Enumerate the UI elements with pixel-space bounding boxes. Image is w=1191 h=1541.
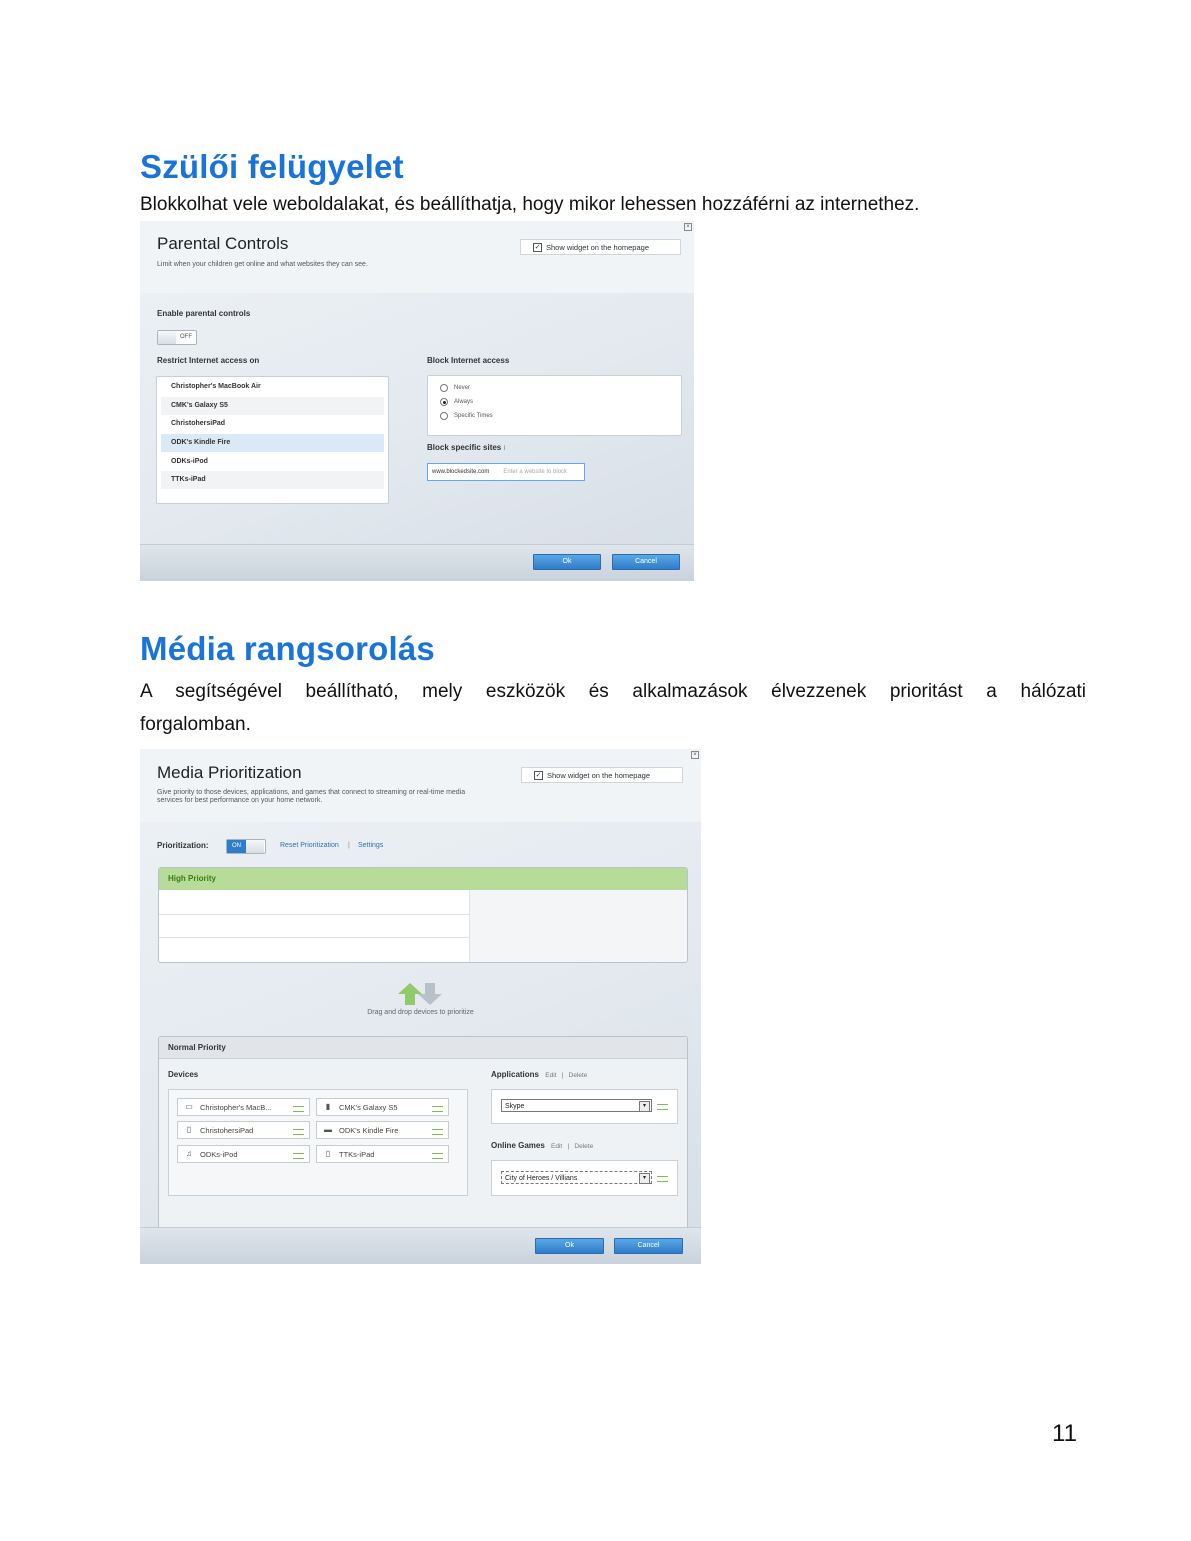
ok-button[interactable]: Ok	[535, 1238, 604, 1254]
normal-priority-header: Normal Priority	[159, 1037, 687, 1059]
section-description-media-line1: A segítségével beállítható, mely eszközö…	[140, 681, 1086, 702]
device-row[interactable]: CMK's Galaxy S5	[161, 397, 384, 415]
drag-handle-icon	[293, 1129, 304, 1135]
device-chip[interactable]: ▯ TTKs-iPad	[316, 1145, 449, 1163]
chevron-down-icon: ▾	[639, 1101, 650, 1112]
close-icon[interactable]: ×	[691, 751, 699, 759]
panel-title: Media Prioritization	[157, 763, 302, 782]
drag-handle-icon	[293, 1153, 304, 1159]
toggle-state: ON	[232, 843, 241, 849]
radio-never[interactable]: Never	[440, 384, 470, 392]
applications-area: Skype ▾	[491, 1089, 678, 1124]
music-player-icon: ♫	[186, 1149, 192, 1158]
panel-subtitle-line2: services for best performance on your ho…	[157, 797, 323, 804]
radio-specific-times[interactable]: Specific Times	[440, 412, 493, 420]
drag-hint: Drag and drop devices to prioritize	[367, 1009, 474, 1016]
high-priority-slot[interactable]	[159, 914, 469, 938]
device-row[interactable]: ODKs-iPod	[161, 453, 384, 471]
show-widget-label: Show widget on the homepage	[546, 242, 649, 252]
show-widget-checkbox[interactable]: ✓ Show widget on the homepage	[520, 239, 681, 255]
page-number: 11	[1052, 1420, 1077, 1447]
reset-prioritization-link[interactable]: Reset Prioritization	[280, 842, 339, 849]
applications-label: Applications Edit | Delete	[491, 1070, 588, 1079]
media-prioritization-panel: × Media Prioritization Give priority to …	[140, 749, 701, 1264]
games-delete-link[interactable]: Delete	[574, 1143, 593, 1150]
games-area: City of Heroes / Villians ▾	[491, 1160, 678, 1196]
online-games-label: Online Games Edit | Delete	[491, 1141, 594, 1150]
device-chip[interactable]: ▭ Christopher's MacB...	[177, 1098, 310, 1116]
toggle-state: OFF	[180, 334, 192, 340]
close-icon[interactable]: ×	[684, 223, 692, 231]
device-row-selected[interactable]: ODK's Kindle Fire	[161, 434, 384, 452]
laptop-icon: ▭	[185, 1102, 193, 1111]
high-priority-slot[interactable]	[159, 890, 469, 915]
drag-handle-icon	[432, 1129, 443, 1135]
show-widget-checkbox[interactable]: ✓ Show widget on the homepage	[521, 767, 683, 783]
panel-header	[140, 749, 701, 822]
device-row[interactable]: ChristohersiPad	[161, 415, 384, 433]
devices-label: Devices	[168, 1070, 199, 1079]
high-priority-box: High Priority	[158, 867, 688, 963]
drag-handle-icon[interactable]	[657, 1104, 668, 1110]
device-chip[interactable]: ♫ ODKs-iPod	[177, 1145, 310, 1163]
device-chip[interactable]: ▯ ChristohersiPad	[177, 1121, 310, 1139]
parental-controls-panel: × Parental Controls Limit when your chil…	[140, 221, 694, 581]
panel-title: Parental Controls	[157, 234, 289, 253]
normal-priority-box: Normal Priority Devices ▭ Christopher's M…	[158, 1036, 688, 1230]
cancel-button[interactable]: Cancel	[614, 1238, 683, 1254]
drag-handle-icon	[432, 1106, 443, 1112]
link-separator: |	[348, 842, 350, 849]
drag-handle-icon	[432, 1153, 443, 1159]
high-priority-header: High Priority	[159, 868, 687, 890]
drag-handle-icon	[293, 1106, 304, 1112]
settings-link[interactable]: Settings	[358, 842, 383, 849]
block-site-input[interactable]: www.blockedsite.com Enter a website to b…	[427, 463, 585, 481]
cancel-button[interactable]: Cancel	[612, 554, 680, 570]
application-select[interactable]: Skype ▾	[501, 1099, 652, 1112]
section-heading-media: Média rangsorolás	[140, 630, 435, 667]
game-select[interactable]: City of Heroes / Villians ▾	[501, 1171, 652, 1184]
device-list: Christopher's MacBook Air CMK's Galaxy S…	[156, 376, 389, 504]
panel-footer	[140, 544, 694, 581]
toggle-knob	[158, 331, 176, 344]
devices-area: ▭ Christopher's MacB... ▮ CMK's Galaxy S5 …	[168, 1089, 468, 1196]
drag-handle-icon[interactable]	[657, 1176, 668, 1182]
device-row[interactable]: TTKs-iPad	[161, 471, 384, 489]
chevron-down-icon: ▾	[639, 1173, 650, 1184]
parental-toggle[interactable]: OFF	[157, 330, 197, 345]
block-sites-label: Block specific sites ı	[427, 443, 506, 452]
high-priority-slot[interactable]	[159, 937, 469, 961]
block-access-label: Block Internet access	[427, 356, 510, 365]
panel-header	[140, 221, 694, 293]
radio-always[interactable]: Always	[440, 398, 473, 406]
applications-edit-link[interactable]: Edit	[545, 1072, 556, 1079]
checkbox-icon[interactable]: ✓	[534, 770, 543, 780]
section-heading-parental: Szülői felügyelet	[140, 148, 404, 185]
enable-parental-label: Enable parental controls	[157, 309, 251, 318]
device-chip[interactable]: ▮ CMK's Galaxy S5	[316, 1098, 449, 1116]
prioritization-label: Prioritization:	[157, 841, 209, 850]
ok-button[interactable]: Ok	[533, 554, 601, 570]
checkbox-icon[interactable]: ✓	[533, 242, 542, 252]
games-edit-link[interactable]: Edit	[551, 1143, 562, 1150]
drag-arrows-icon	[398, 983, 442, 1005]
high-priority-apps-area[interactable]	[469, 890, 687, 962]
phone-icon: ▮	[325, 1102, 331, 1111]
section-description-parental: Blokkolhat vele weboldalakat, és beállít…	[140, 194, 920, 215]
ereader-icon: ▬	[324, 1125, 332, 1134]
section-description-media-line2: forgalomban.	[140, 714, 251, 735]
panel-subtitle: Limit when your children get online and …	[157, 261, 368, 268]
show-widget-label: Show widget on the homepage	[547, 770, 650, 780]
prioritization-toggle[interactable]: ON	[226, 839, 266, 854]
applications-delete-link[interactable]: Delete	[569, 1072, 588, 1079]
device-row[interactable]: Christopher's MacBook Air	[161, 378, 384, 396]
device-chip[interactable]: ▬ ODK's Kindle Fire	[316, 1121, 449, 1139]
panel-subtitle-line1: Give priority to those devices, applicat…	[157, 789, 466, 796]
restrict-label: Restrict Internet access on	[157, 356, 260, 365]
toggle-knob	[246, 840, 264, 853]
tablet-icon: ▯	[186, 1125, 192, 1134]
tablet-icon: ▯	[325, 1149, 331, 1158]
block-access-options: Never Always Specific Times	[427, 375, 682, 436]
